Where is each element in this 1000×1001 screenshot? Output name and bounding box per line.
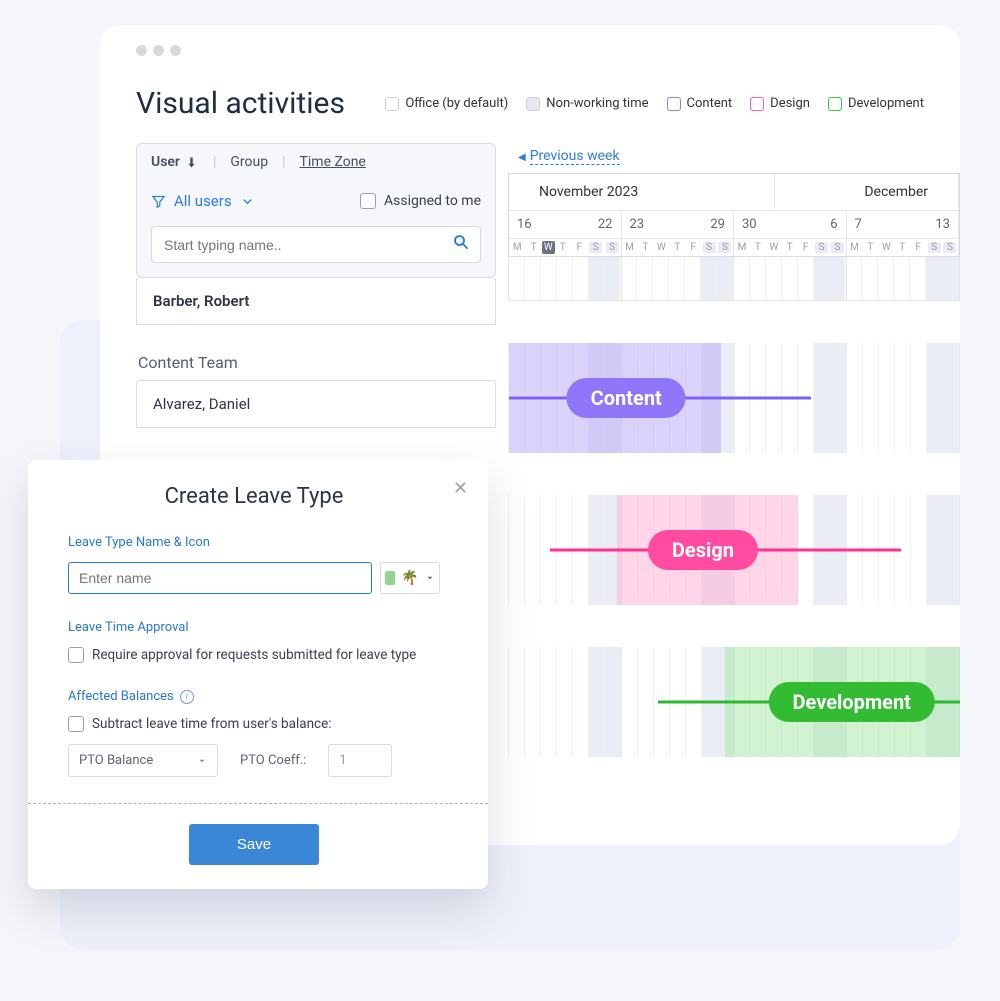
balance-checkbox[interactable]: Subtract leave time from user's balance: [68, 716, 440, 732]
window-controls [100, 25, 960, 56]
section-balances: Affected Balances i [68, 689, 440, 704]
arrow-down-icon [184, 155, 199, 170]
search-input[interactable] [162, 236, 452, 254]
modal-title: Create Leave Type [68, 484, 440, 509]
cal-date-cell[interactable]: 306 [734, 211, 847, 238]
legend: Office (by default) Non-working time Con… [385, 96, 924, 111]
info-icon[interactable]: i [180, 690, 194, 704]
legend-item-design: Design [750, 96, 810, 111]
pto-coeff-label: PTO Coeff.: [240, 753, 306, 768]
search-input-wrap[interactable] [151, 226, 481, 263]
leave-type-name-input[interactable] [68, 562, 372, 594]
pto-coeff-input[interactable]: 1 [328, 744, 392, 777]
color-swatch-icon [385, 571, 395, 585]
user-row[interactable]: Barber, Robert [136, 278, 496, 325]
section-approval: Leave Time Approval [68, 620, 440, 635]
gantt-row-empty [508, 257, 960, 301]
cal-date-cell[interactable]: 2329 [622, 211, 735, 238]
pto-balance-select[interactable]: PTO Balance [68, 744, 218, 777]
checkbox-icon [360, 193, 376, 209]
tab-user[interactable]: User [151, 154, 199, 170]
track-design: Design [508, 495, 960, 605]
filter-card: User | Group | Time Zone All users [136, 143, 496, 278]
team-heading: Content Team [136, 353, 496, 372]
approval-checkbox[interactable]: Require approval for requests submitted … [68, 647, 440, 663]
track-development-pill[interactable]: Development [769, 682, 935, 722]
track-content-pill[interactable]: Content [567, 378, 686, 418]
previous-week-link[interactable]: ◀Previous week [518, 145, 620, 164]
legend-item-nonworking: Non-working time [526, 96, 648, 111]
track-development: Development [508, 647, 960, 757]
track-design-pill[interactable]: Design [648, 530, 758, 570]
caret-down-icon [425, 573, 435, 583]
create-leave-type-modal: ✕ Create Leave Type Leave Type Name & Ic… [28, 460, 488, 889]
track-content: Content [508, 343, 960, 453]
cal-date-cell[interactable]: 713 [847, 211, 960, 238]
legend-item-content: Content [667, 96, 733, 111]
caret-down-icon [197, 756, 207, 766]
palm-tree-icon: 🌴 [401, 570, 418, 586]
tab-group[interactable]: Group [230, 154, 268, 170]
calendar-header: November 2023 December 16222329306713 MT… [508, 173, 960, 257]
team-user-row[interactable]: Alvarez, Daniel [136, 380, 496, 428]
close-icon[interactable]: ✕ [453, 478, 468, 499]
cal-month: December [775, 174, 959, 210]
checkbox-icon [68, 647, 84, 663]
legend-item-development: Development [828, 96, 924, 111]
assigned-to-me-toggle[interactable]: Assigned to me [360, 193, 481, 209]
chevron-down-icon [240, 194, 255, 209]
tab-timezone[interactable]: Time Zone [300, 154, 366, 170]
icon-picker[interactable]: 🌴 [380, 562, 440, 594]
filter-icon [151, 194, 166, 209]
cal-date-cell[interactable]: 1622 [509, 211, 622, 238]
cal-month: November 2023 [509, 174, 775, 210]
filter-all-users[interactable]: All users [151, 192, 255, 210]
search-icon[interactable] [452, 233, 470, 256]
save-button[interactable]: Save [189, 824, 319, 865]
section-name-icon: Leave Type Name & Icon [68, 535, 440, 550]
checkbox-icon [68, 716, 84, 732]
legend-item-office: Office (by default) [385, 96, 508, 111]
page-title: Visual activities [136, 86, 385, 121]
